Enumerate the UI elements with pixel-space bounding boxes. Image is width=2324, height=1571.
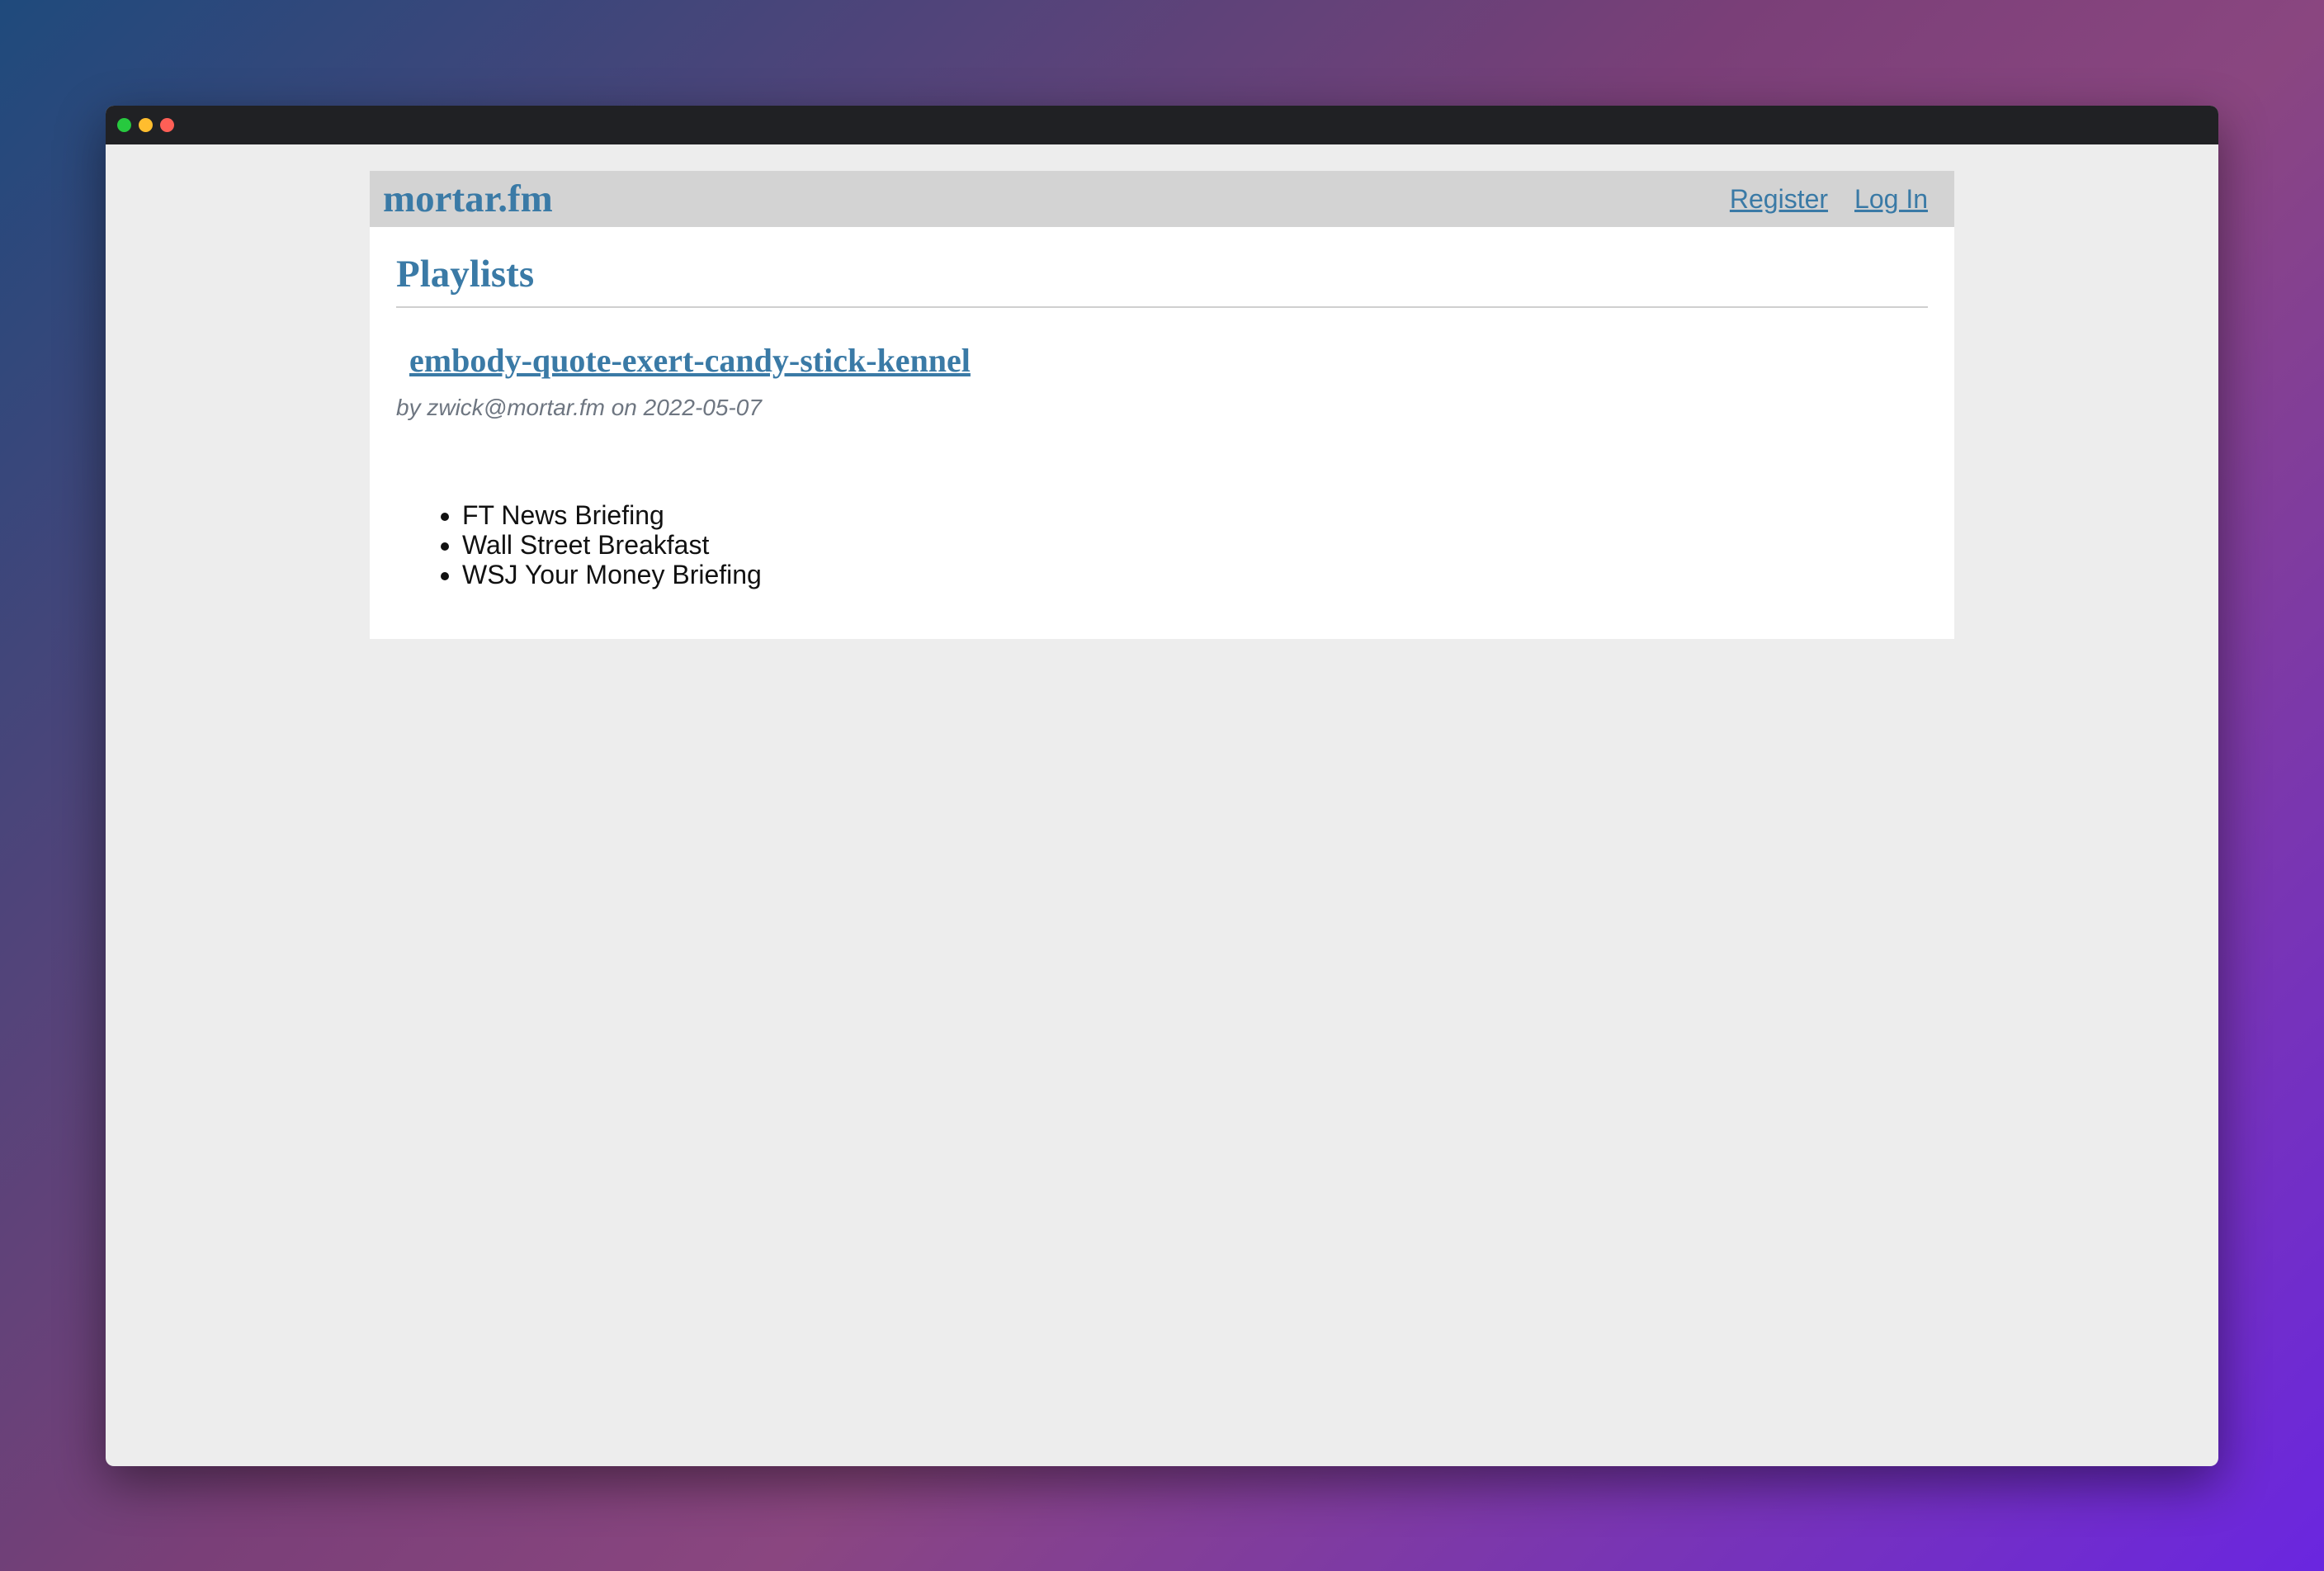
browser-window: mortar.fm Register Log In Playlists embo… [106,106,2218,1466]
window-titlebar [106,106,2218,144]
list-item: WSJ Your Money Briefing [462,560,1928,589]
playlist-title-link[interactable]: embody-quote-exert-candy-stick-kennel [409,341,971,380]
playlist-meta: by zwick@mortar.fm on 2022-05-07 [396,395,762,420]
main-content: Playlists embody-quote-exert-candy-stick… [370,227,1954,639]
page-title: Playlists [396,252,1928,308]
maximize-button[interactable] [117,118,131,132]
list-item: FT News Briefing [462,500,1928,530]
register-link[interactable]: Register [1730,184,1828,215]
playlist-items-list: FT News Briefing Wall Street Breakfast W… [396,500,1928,589]
brand-logo-link[interactable]: mortar.fm [383,177,553,221]
close-button[interactable] [160,118,174,132]
minimize-button[interactable] [139,118,153,132]
login-link[interactable]: Log In [1854,184,1928,215]
list-item: Wall Street Breakfast [462,530,1928,560]
top-nav: Register Log In [1730,184,1928,215]
site-header: mortar.fm Register Log In [370,171,1954,227]
page-container: mortar.fm Register Log In Playlists embo… [370,171,1954,639]
